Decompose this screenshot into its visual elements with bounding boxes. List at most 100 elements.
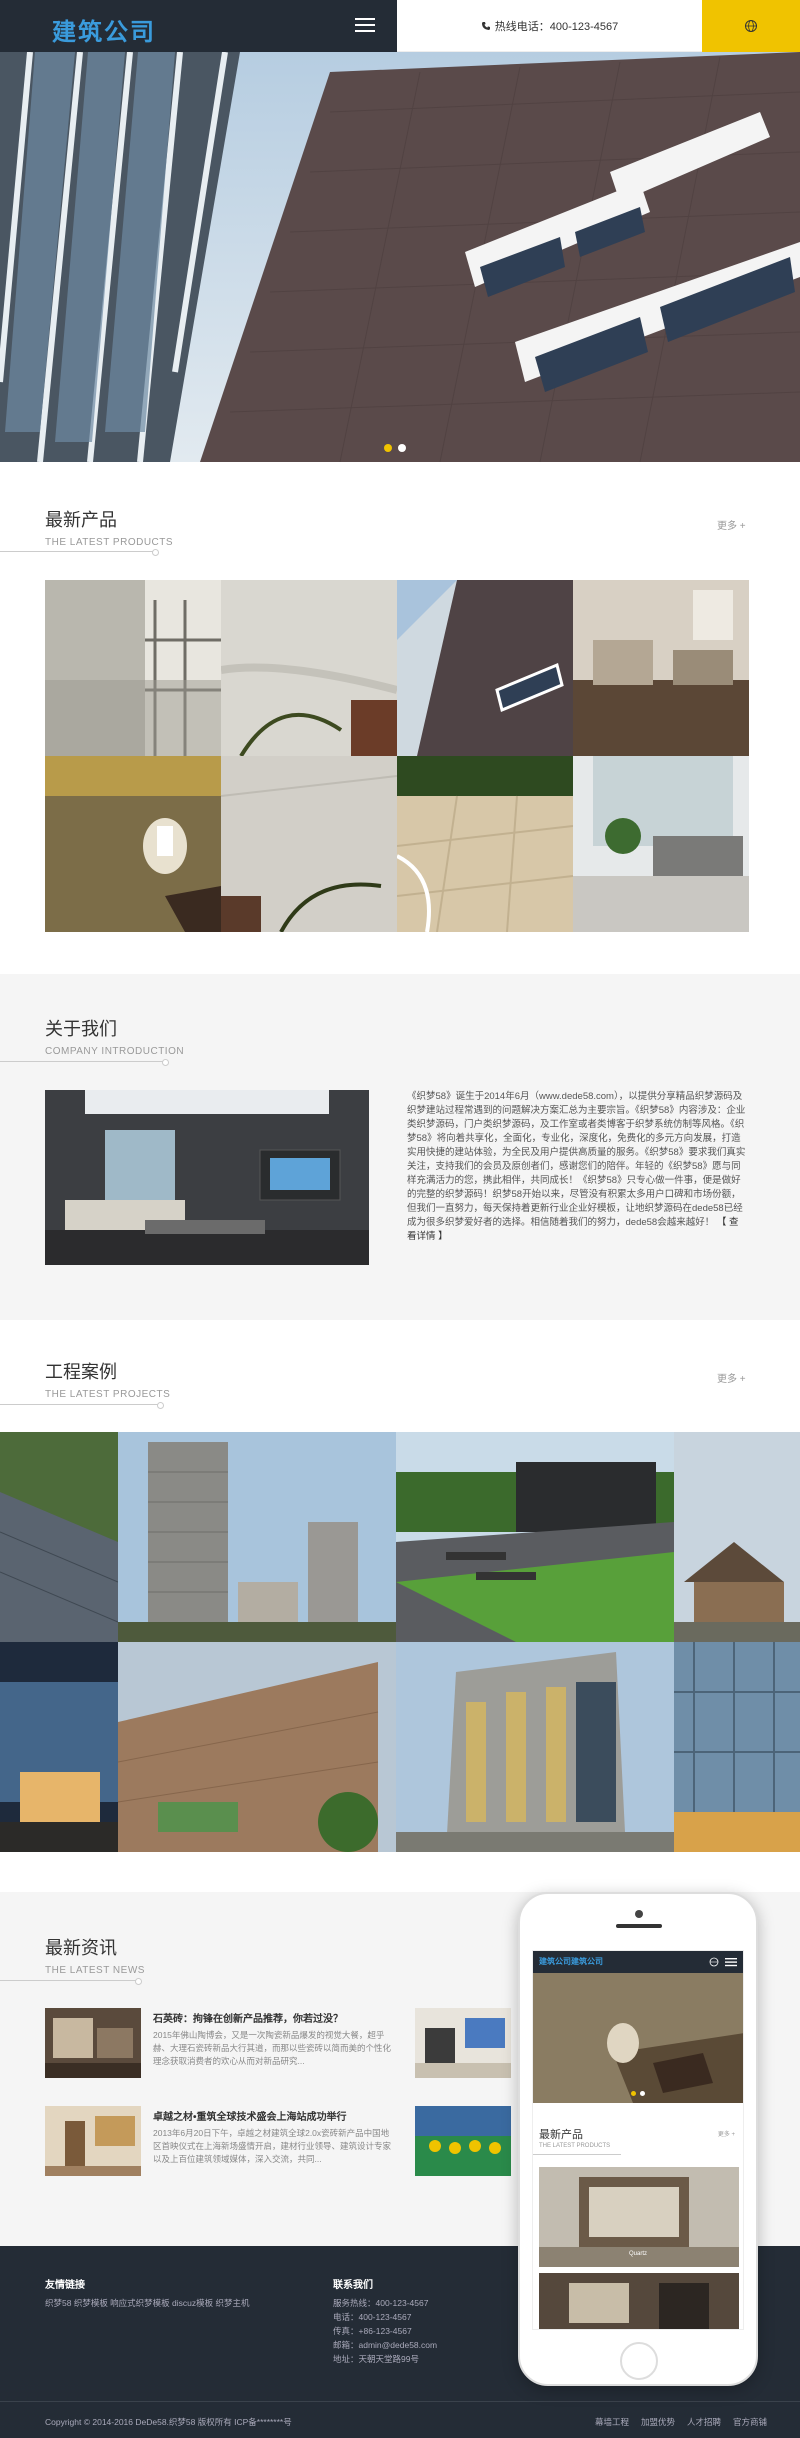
footer-contact-line: 地址：天朝天堂路99号 xyxy=(333,2354,419,2364)
cases-more-link[interactable]: 更多 + xyxy=(717,1370,746,1385)
mobile-more-link[interactable]: 更多 + xyxy=(718,2129,735,2138)
footer-contact-line: 邮箱：admin@dede58.com xyxy=(333,2340,438,2350)
menu-icon xyxy=(725,1958,737,1967)
products-grid xyxy=(45,580,749,932)
footer-link[interactable]: 加盟优势 xyxy=(641,2416,675,2428)
globe-icon xyxy=(745,20,757,32)
mobile-divider xyxy=(533,2154,621,2155)
case-image xyxy=(674,1432,800,1642)
hero-building-image xyxy=(0,52,800,462)
case-tile[interactable] xyxy=(674,1642,800,1852)
case-tile[interactable] xyxy=(396,1642,674,1852)
product-tile[interactable] xyxy=(221,580,397,756)
mobile-banner-image xyxy=(533,1973,743,2103)
case-image xyxy=(0,1432,118,1642)
mobile-product-caption: Quartz xyxy=(629,2251,648,2257)
case-image xyxy=(118,1642,396,1852)
case-tile[interactable] xyxy=(0,1432,118,1642)
mobile-product-image xyxy=(539,2273,739,2329)
case-tile[interactable] xyxy=(674,1432,800,1642)
product-image xyxy=(221,756,397,932)
news-thumb-secondary xyxy=(415,2008,511,2078)
cases-divider xyxy=(0,1402,164,1409)
phone-speaker xyxy=(616,1924,662,1928)
case-image xyxy=(396,1642,674,1852)
news-item-desc: 2013年6月20日下午，卓越之材建筑全球2.0x瓷砖新产品中国地区首映仪式在上… xyxy=(153,2128,392,2164)
news-divider xyxy=(0,1978,142,1985)
mobile-banner-dots xyxy=(631,2091,645,2096)
footer-links-text[interactable]: 织梦58 织梦模板 响应式织梦模板 discuz模板 织梦主机 xyxy=(45,2296,250,2310)
about-subtitle: COMPANY INTRODUCTION xyxy=(45,1046,185,1057)
footer-divider xyxy=(0,2401,800,2402)
header-phone: 热线电话：400-123-4567 xyxy=(397,0,702,52)
mobile-logo: 建筑公司建筑公司 xyxy=(539,1957,603,1966)
products-divider xyxy=(0,549,159,556)
case-tile[interactable] xyxy=(0,1642,118,1852)
product-tile[interactable] xyxy=(397,756,573,932)
banner-pagination xyxy=(384,444,406,452)
news-title: 最新资讯 xyxy=(45,1938,117,1958)
news-item-title[interactable]: 石英砖：拘锋在创新产品推荐，你若过没？ xyxy=(153,2010,393,2025)
cases-gallery xyxy=(0,1432,800,1852)
header-phone-text: 热线电话：400-123-4567 xyxy=(494,20,619,33)
hero-banner[interactable] xyxy=(0,52,800,462)
product-tile[interactable] xyxy=(45,756,221,932)
products-title: 最新产品 xyxy=(45,510,117,530)
phone-camera xyxy=(635,1910,643,1918)
footer-link[interactable]: 官方商铺 xyxy=(733,2416,767,2428)
about-description: 《织梦58》诞生于2014年6月（www.dede58.com），以提供分享精品… xyxy=(407,1091,746,1228)
case-image xyxy=(396,1432,674,1642)
footer-link[interactable]: 幕墙工程 xyxy=(595,2416,629,2428)
news-item-title[interactable]: 卓越之材•重筑全球技术盛会上海站成功举行 xyxy=(153,2108,393,2123)
news-thumb xyxy=(45,2106,141,2176)
product-tile[interactable] xyxy=(221,756,397,932)
footer-bottom-links: 幕墙工程 加盟优势 人才招聘 官方商铺 xyxy=(595,2416,767,2428)
product-tile[interactable] xyxy=(573,756,749,932)
mobile-header: 建筑公司建筑公司 xyxy=(533,1951,743,1973)
mobile-preview-device: 建筑公司建筑公司 最新产品 更多 + THE LATEST PRODUCTS Q… xyxy=(518,1892,758,2386)
news-item-desc: 2015年佛山陶博会，又是一次陶瓷新品爆发的视觉大餐，超乎赫、大理石瓷砖新品大行… xyxy=(153,2030,392,2066)
mobile-section-title: 最新产品 xyxy=(539,2129,583,2141)
case-tile[interactable] xyxy=(118,1432,396,1642)
about-divider xyxy=(0,1059,169,1066)
case-tile[interactable] xyxy=(118,1642,396,1852)
products-subtitle: THE LATEST PRODUCTS xyxy=(45,537,174,548)
footer-contact-title: 联系我们 xyxy=(333,2280,373,2291)
phone-icon xyxy=(481,21,490,30)
news-thumb-secondary xyxy=(415,2106,511,2176)
news-item[interactable]: 石英砖：拘锋在创新产品推荐，你若过没？ 2015年佛山陶博会，又是一次陶瓷新品爆… xyxy=(45,2008,511,2080)
footer-link[interactable]: 人才招聘 xyxy=(687,2416,721,2428)
products-more-link[interactable]: 更多 + xyxy=(717,517,746,532)
about-text-block: 《织梦58》诞生于2014年6月（www.dede58.com），以提供分享精品… xyxy=(407,1090,747,1244)
site-header: 建筑公司 热线电话：400-123-4567 xyxy=(0,0,800,52)
about-image xyxy=(45,1090,369,1265)
product-tile[interactable] xyxy=(573,580,749,756)
about-title: 关于我们 xyxy=(45,1019,117,1039)
footer-links-title: 友情链接 xyxy=(45,2280,85,2291)
footer-copyright: Copyright © 2014-2016 DeDe58.织梦58 版权所有 I… xyxy=(45,2417,292,2427)
case-image xyxy=(0,1642,118,1852)
case-image xyxy=(674,1642,800,1852)
news-thumb xyxy=(45,2008,141,2078)
news-subtitle: THE LATEST NEWS xyxy=(45,1965,145,1976)
cases-title: 工程案例 xyxy=(45,1362,117,1382)
product-image xyxy=(397,580,573,756)
mobile-section-subtitle: THE LATEST PRODUCTS xyxy=(539,2143,611,2149)
site-logo[interactable]: 建筑公司 xyxy=(52,12,156,47)
banner-dot-2[interactable] xyxy=(398,444,406,452)
banner-dot-1[interactable] xyxy=(384,444,392,452)
phone-home-button xyxy=(620,2342,658,2380)
menu-icon[interactable] xyxy=(355,18,375,34)
case-image xyxy=(118,1432,396,1642)
news-item[interactable]: 卓越之材•重筑全球技术盛会上海站成功举行 2013年6月20日下午，卓越之材建筑… xyxy=(45,2106,511,2178)
footer-contact-line: 电话：400-123-4567 xyxy=(333,2312,412,2322)
product-image xyxy=(573,580,749,756)
product-tile[interactable] xyxy=(45,580,221,756)
language-button[interactable] xyxy=(702,0,800,52)
footer-contact-line: 服务热线：400-123-4567 xyxy=(333,2298,429,2308)
product-image xyxy=(221,580,397,756)
case-tile[interactable] xyxy=(396,1432,674,1642)
product-image xyxy=(573,756,749,932)
product-image xyxy=(45,756,221,932)
product-tile[interactable] xyxy=(397,580,573,756)
